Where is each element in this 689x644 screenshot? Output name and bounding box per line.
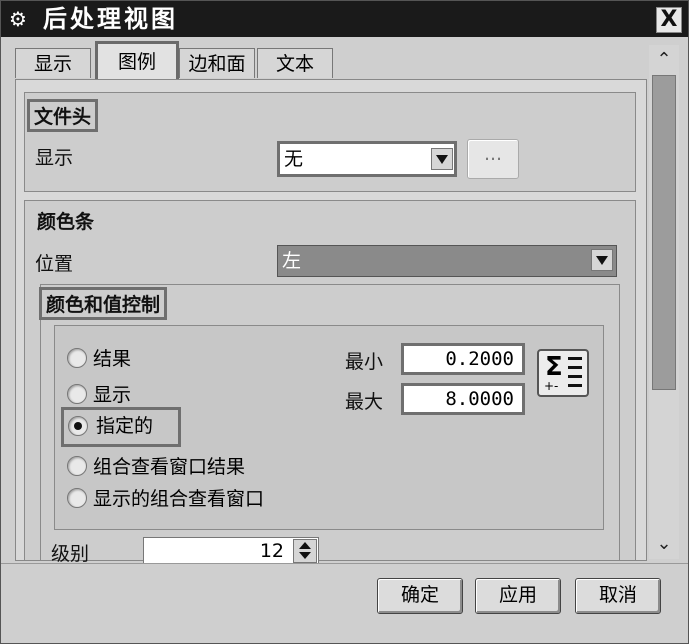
max-value-input[interactable]: 8.0000 [401, 383, 525, 415]
spinner-arrows-icon[interactable] [293, 539, 317, 563]
tab-legend[interactable]: 图例 [95, 41, 179, 79]
file-header-display-value: 无 [284, 148, 304, 170]
vertical-scrollbar[interactable]: ⌃ ⌄ [649, 45, 679, 559]
radio-displayed-combined-viewports-indicator [67, 488, 87, 508]
chevron-down-icon[interactable]: ⌄ [649, 529, 679, 559]
file-header-display-dropdown[interactable]: 无 [277, 141, 457, 177]
close-button[interactable]: X [656, 7, 682, 33]
radio-result-indicator [67, 348, 87, 368]
window-title: 后处理视图 [43, 5, 178, 33]
ok-button[interactable]: 确定 [377, 578, 463, 614]
radio-result[interactable]: 结果 [67, 345, 187, 373]
cancel-button[interactable]: 取消 [575, 578, 661, 614]
radio-display-indicator [67, 384, 87, 404]
color-bar-position-dropdown[interactable]: 左 [277, 245, 617, 277]
sigma-symbol: Σ [545, 352, 563, 382]
level-spinner[interactable]: 12 [143, 537, 319, 565]
radio-specified-indicator [68, 416, 88, 436]
level-value: 12 [259, 540, 284, 562]
min-value-input[interactable]: 0.2000 [401, 343, 525, 375]
title-bar[interactable]: ⚙ 后处理视图 X [1, 1, 688, 37]
radio-displayed-combined-viewports[interactable]: 显示的组合查看窗口 [67, 485, 287, 513]
file-header-title: 文件头 [27, 99, 99, 132]
close-icon: X [660, 7, 678, 32]
sigma-icon[interactable]: Σ +- [537, 349, 589, 397]
min-label: 最小 [345, 351, 384, 373]
color-bar-title: 颜色条 [37, 211, 95, 233]
chevron-down-icon [431, 148, 453, 170]
tab-text[interactable]: 文本 [257, 48, 333, 78]
level-bars-icon [568, 357, 582, 391]
tab-edges-faces[interactable]: 边和面 [179, 48, 255, 78]
radio-combined-viewport-results-indicator [67, 456, 87, 476]
chevron-up-icon[interactable]: ⌃ [649, 45, 679, 75]
apply-button[interactable]: 应用 [475, 578, 561, 614]
file-header-options-button[interactable]: ... [467, 139, 519, 179]
scrollbar-thumb[interactable] [652, 75, 676, 390]
radio-combined-viewport-results-label: 组合查看窗口结果 [93, 456, 246, 478]
color-bar-position-label: 位置 [35, 253, 74, 275]
color-value-control-title: 颜色和值控制 [39, 287, 168, 320]
radio-specified-label: 指定的 [96, 415, 154, 437]
radio-result-label: 结果 [93, 348, 132, 370]
radio-combined-viewport-results[interactable]: 组合查看窗口结果 [67, 453, 287, 481]
radio-displayed-combined-viewports-label: 显示的组合查看窗口 [93, 488, 265, 510]
radio-display[interactable]: 显示 [67, 381, 187, 409]
dialog-button-bar: 确定 应用 取消 [1, 563, 688, 643]
level-label: 级别 [51, 543, 90, 565]
color-bar-position-value: 左 [282, 250, 302, 272]
file-header-display-label: 显示 [35, 147, 74, 169]
radio-display-label: 显示 [93, 384, 132, 406]
radio-specified[interactable]: 指定的 [61, 407, 181, 447]
chevron-down-icon [591, 249, 613, 271]
tab-display[interactable]: 显示 [15, 48, 91, 78]
plus-minus-symbol: +- [544, 379, 559, 393]
post-processing-view-dialog: ⚙ 后处理视图 X 显示 图例 边和面 文本 文件头 显示 无 ... 颜色条 … [0, 0, 689, 644]
max-label: 最大 [345, 391, 384, 413]
gear-icon[interactable]: ⚙ [7, 8, 29, 30]
